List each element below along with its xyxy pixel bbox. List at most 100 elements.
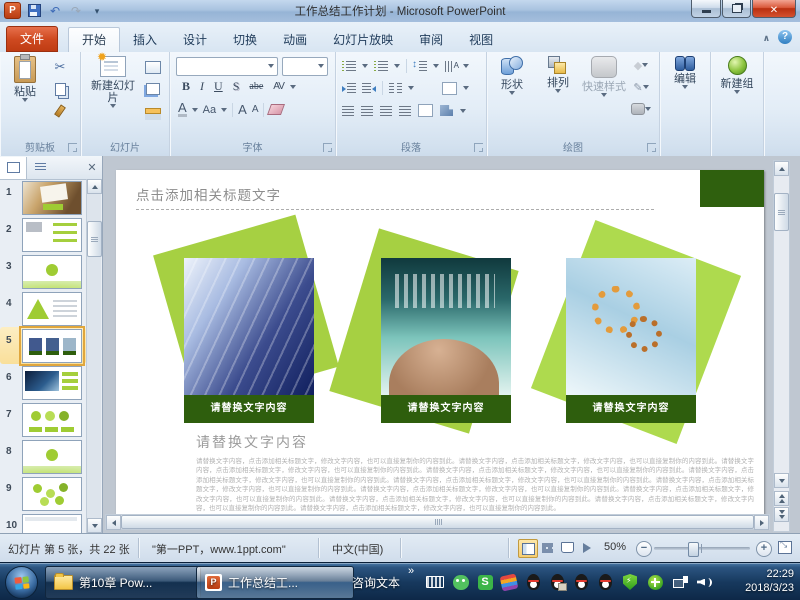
scroll-right-button[interactable] xyxy=(754,515,769,530)
zoom-out-button[interactable]: − xyxy=(636,541,652,557)
green-corner-shape[interactable] xyxy=(700,170,764,207)
content-card-3[interactable]: 请替换文字内容 xyxy=(566,258,696,423)
shape-effects-button[interactable] xyxy=(631,100,651,118)
scrollbar-thumb[interactable] xyxy=(774,193,789,231)
tray-network-icon[interactable] xyxy=(671,573,689,591)
strikethrough-button[interactable]: abe xyxy=(245,81,267,92)
body-text-placeholder[interactable]: 请替换文字内容，点击添加相关标题文字，修改文字内容，也可以直接复制你的内容到此。… xyxy=(196,457,754,513)
tray-shield-icon[interactable] xyxy=(621,573,639,591)
numbering-icon[interactable] xyxy=(374,61,388,71)
tray-plus-icon[interactable] xyxy=(646,573,664,591)
help-icon[interactable]: ? xyxy=(778,30,792,44)
start-button[interactable] xyxy=(5,566,38,599)
reset-slide-button[interactable] xyxy=(143,80,163,98)
vertical-scrollbar[interactable] xyxy=(773,160,790,532)
cut-button[interactable] xyxy=(50,58,70,76)
columns-icon[interactable] xyxy=(389,83,402,93)
new-slide-button[interactable]: 新建幻灯片 xyxy=(87,56,139,108)
format-painter-button[interactable] xyxy=(50,102,70,120)
slide-thumbnail-4[interactable]: 4 xyxy=(0,290,86,327)
taskbar-item-powerpoint[interactable]: P 工作总结工... xyxy=(196,566,354,599)
taskbar-toolbar-label[interactable]: 咨询文本 xyxy=(352,574,400,591)
new-group-button[interactable]: 新建组 xyxy=(714,56,760,94)
font-dialog-launcher[interactable] xyxy=(323,143,332,152)
slide-layout-button[interactable] xyxy=(143,58,163,76)
tab-slideshow[interactable]: 幻灯片放映 xyxy=(320,28,406,52)
scroll-up-button[interactable] xyxy=(87,179,102,194)
tab-transitions[interactable]: 切换 xyxy=(220,28,270,52)
close-panel-button[interactable]: ✕ xyxy=(82,161,102,174)
clear-formatting-icon[interactable] xyxy=(267,104,285,115)
slide-title-placeholder[interactable]: 点击添加相关标题文字 xyxy=(136,184,281,204)
panel-scrollbar[interactable] xyxy=(86,179,101,533)
slide-thumbnail-6[interactable]: 6 xyxy=(0,364,86,401)
tray-wechat-icon[interactable] xyxy=(452,573,470,591)
increase-indent-icon[interactable] xyxy=(362,83,376,93)
tab-review[interactable]: 审阅 xyxy=(406,28,456,52)
caption-banner[interactable]: 请替换文字内容 xyxy=(381,395,511,423)
clipboard-dialog-launcher[interactable] xyxy=(68,143,77,152)
slide-thumbnail-9[interactable]: 9 xyxy=(0,475,86,512)
scroll-down-button[interactable] xyxy=(87,518,102,533)
tray-qq-icon-1[interactable] xyxy=(524,573,542,591)
shape-fill-button[interactable] xyxy=(631,56,651,74)
photo-staircase[interactable] xyxy=(184,258,314,395)
change-case-button[interactable]: Aa xyxy=(203,104,216,116)
shapes-button[interactable]: 形状 xyxy=(489,56,535,95)
tab-file[interactable]: 文件 xyxy=(6,26,58,52)
arrange-button[interactable]: 排列 xyxy=(535,56,581,93)
taskbar-item-folder[interactable]: 第10章 Pow... xyxy=(45,566,201,599)
shrink-font-button[interactable]: A xyxy=(252,104,259,115)
content-card-1[interactable]: 请替换文字内容 xyxy=(184,258,314,423)
scroll-up-button[interactable] xyxy=(774,161,789,176)
zoom-level[interactable]: 50% xyxy=(604,541,626,553)
bold-button[interactable]: B xyxy=(178,79,194,94)
zoom-slider-thumb[interactable] xyxy=(688,542,699,557)
slide-thumbnail-1[interactable]: 1 xyxy=(0,179,86,216)
taskbar-clock[interactable]: 22:29 2018/3/23 xyxy=(745,567,794,595)
grow-font-button[interactable]: A xyxy=(238,102,247,117)
tab-view[interactable]: 视图 xyxy=(456,28,506,52)
text-direction-icon[interactable] xyxy=(445,61,457,72)
decrease-indent-icon[interactable] xyxy=(342,83,356,93)
tray-sogou-icon[interactable] xyxy=(500,573,518,591)
convert-smartart-icon[interactable] xyxy=(440,105,453,116)
tab-design[interactable]: 设计 xyxy=(170,28,220,52)
align-left-icon[interactable] xyxy=(342,106,354,116)
next-slide-button[interactable] xyxy=(774,507,789,522)
quick-styles-button[interactable]: 快速样式 xyxy=(579,56,629,97)
tray-qq-icon-4[interactable] xyxy=(596,573,614,591)
paragraph-dialog-launcher[interactable] xyxy=(474,143,483,152)
reading-view-button[interactable] xyxy=(558,539,576,556)
distribute-icon[interactable] xyxy=(418,104,433,117)
editing-button[interactable]: 编辑 xyxy=(662,56,708,89)
collapse-ribbon-icon[interactable] xyxy=(763,30,770,44)
horizontal-scrollbar[interactable] xyxy=(105,514,770,530)
body-heading-placeholder[interactable]: 请替换文字内容 xyxy=(196,432,308,452)
scrollbar-thumb[interactable] xyxy=(121,515,754,529)
slide-thumbnail-7[interactable]: 7 xyxy=(0,401,86,438)
tab-home[interactable]: 开始 xyxy=(68,27,120,52)
tray-qq-icon-2[interactable] xyxy=(548,573,566,591)
zoom-in-button[interactable]: + xyxy=(756,541,772,557)
slide-thumbnail-2[interactable]: 2 xyxy=(0,216,86,253)
caption-banner[interactable]: 请替换文字内容 xyxy=(566,395,696,423)
scrollbar-thumb[interactable] xyxy=(87,221,102,257)
font-name-select[interactable] xyxy=(176,57,278,76)
previous-slide-button[interactable] xyxy=(774,491,789,506)
slide-sorter-button[interactable] xyxy=(538,539,556,556)
drawing-dialog-launcher[interactable] xyxy=(647,143,656,152)
line-spacing-icon[interactable] xyxy=(413,61,427,71)
restore-button[interactable] xyxy=(722,0,751,18)
tab-slides-thumbnails[interactable] xyxy=(0,157,27,179)
character-spacing-button[interactable]: AV xyxy=(269,81,288,92)
photo-hand-gears[interactable] xyxy=(566,258,696,395)
justify-icon[interactable] xyxy=(399,106,411,116)
section-button[interactable] xyxy=(143,102,163,120)
language-indicator[interactable]: 中文(中国) xyxy=(332,541,383,557)
shape-outline-button[interactable] xyxy=(631,78,651,96)
slide-thumbnail-5-selected[interactable]: 5 xyxy=(0,327,86,364)
font-color-button[interactable]: A xyxy=(178,102,187,117)
normal-view-button[interactable] xyxy=(518,539,538,558)
underline-button[interactable]: U xyxy=(210,79,227,94)
